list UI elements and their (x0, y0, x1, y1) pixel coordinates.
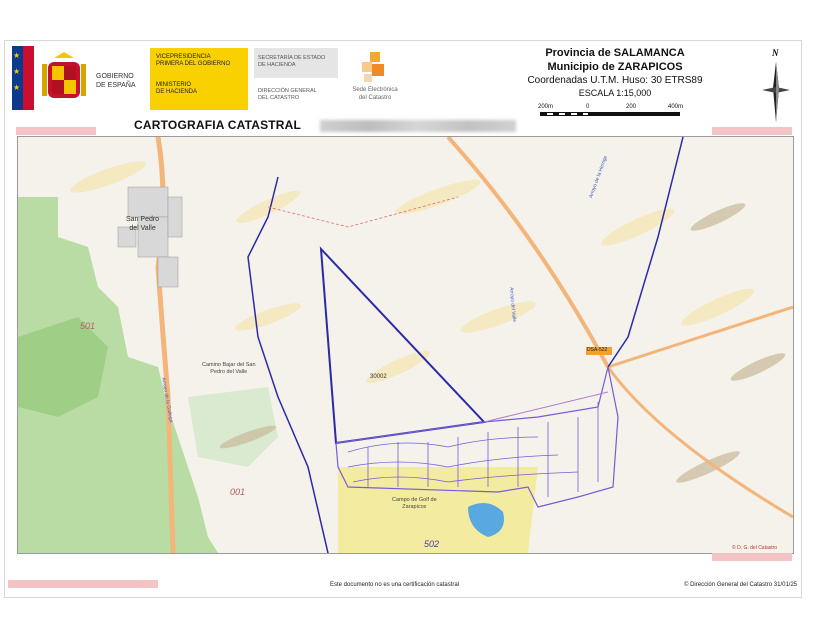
coordinates-info: Coordenadas U.T.M. Huso: 30 ETRS89 (527, 75, 703, 86)
municipal-boundary-west (247, 176, 329, 553)
polygon-502-label: 502 (424, 539, 440, 549)
footer-copyright: © Dirección General del Catastro 31/01/2… (684, 582, 798, 588)
road-northeast (446, 137, 610, 368)
directorate-label: DIRECCIÓN GENERAL DEL CATASTRO (258, 88, 317, 101)
municipality-name: Municipio de ZARAPICOS (547, 61, 683, 73)
road-southeast (606, 366, 793, 519)
scale-label: ESCALA 1:15,000 (578, 88, 652, 98)
province-name: Provincia de SALAMANCA (545, 47, 685, 59)
redacted-bar-left (16, 127, 96, 135)
redacted-bar-bottom-right (712, 553, 792, 561)
cadastral-map: San Pedro del Valle 501 001 502 30002 Cam… (17, 136, 794, 554)
spain-flag-icon: ★ ★ ★ (12, 46, 34, 110)
polygon-001-label: 001 (230, 487, 246, 497)
sede-electronica-label: Sede Electrónica del Catastro (352, 87, 398, 101)
municipal-boundary-east (607, 137, 684, 368)
page-title: CARTOGRAFIA CATASTRAL (134, 118, 302, 132)
area-label: Camino Bajar del San Pedro del Valle (202, 362, 256, 375)
ministry-banner: VICEPRESIDENCIA PRIMERA DEL GOBIERNO MIN… (150, 48, 248, 110)
compass-north-icon: N (758, 48, 794, 126)
polygon-501-label: 501 (80, 321, 96, 331)
secretariat-label: SECRETARÍA DE ESTADO DE HACIENDA (254, 48, 338, 78)
golf-course-label: Campo de Golf de Zarapicos (392, 497, 437, 510)
scale-bar: 200m 0 200 400m (538, 104, 690, 122)
redacted-reference (320, 120, 516, 132)
redacted-bar-right (712, 127, 792, 135)
town-label: San Pedro del Valle (126, 216, 160, 232)
parcel-30002-outline (319, 246, 487, 445)
map-credit: © D. G. del Catastro (732, 545, 778, 551)
road-badge-label: DSA-522 (587, 347, 608, 353)
sede-electronica-logo-icon (362, 52, 384, 82)
parcel-30002-label: 30002 (370, 374, 387, 380)
footer-notice: Este documento no es una certificación c… (330, 582, 460, 588)
redacted-bar-bottom-left (8, 580, 158, 588)
boundary-link (483, 391, 609, 423)
government-label: GOBIERNO DE ESPAÑA (96, 73, 136, 89)
location-info: Provincia de SALAMANCA Municipio de ZARA… (520, 46, 710, 99)
coat-of-arms-icon (42, 52, 86, 98)
